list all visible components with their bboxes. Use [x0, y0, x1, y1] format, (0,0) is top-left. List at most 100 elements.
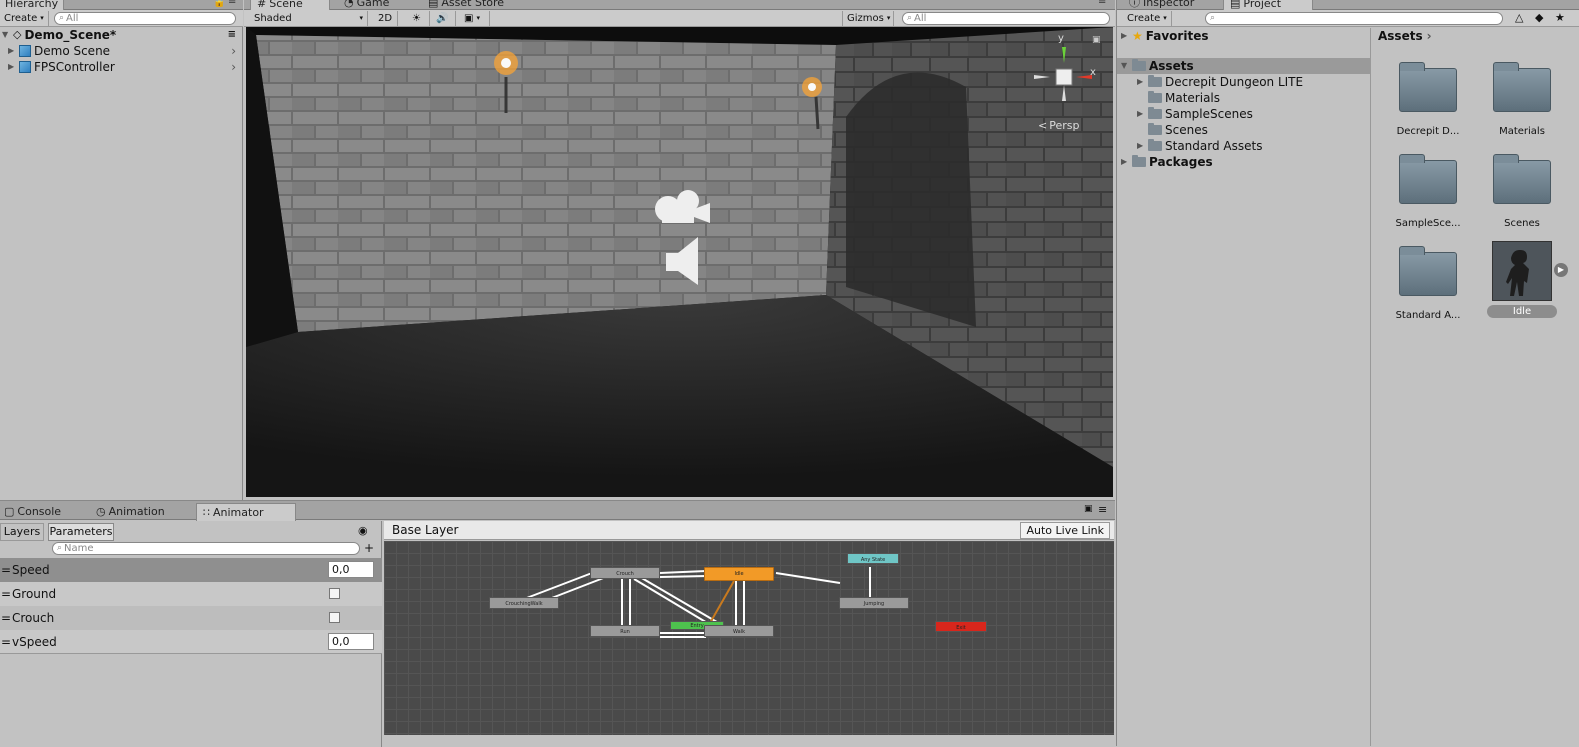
parameter-row[interactable]: = Crouch — [0, 606, 382, 630]
state-node-crouching-walk[interactable]: CrouchingWalk — [489, 597, 559, 609]
tab-hierarchy[interactable]: Hierarchy — [0, 0, 64, 10]
assets-label: Assets — [1149, 59, 1194, 73]
toggle-2d-button[interactable]: 2D — [374, 11, 398, 26]
state-node-walk[interactable]: Walk — [704, 625, 774, 637]
parameter-float-field[interactable]: 0,0 — [328, 561, 374, 578]
parameter-bool-checkbox[interactable] — [329, 588, 340, 599]
shading-mode-dropdown[interactable]: Shaded ▾ — [250, 11, 368, 26]
expand-arrow-icon[interactable]: ▶ — [1121, 154, 1129, 170]
project-tree-item[interactable]: ▶ Standard Assets — [1137, 138, 1262, 154]
tab-animator[interactable]: ∷ Animator — [196, 503, 296, 521]
filter-type-icon[interactable]: △ — [1515, 11, 1523, 24]
chevron-right-icon[interactable]: › — [231, 43, 236, 59]
tab-game[interactable]: ◔ Game — [338, 0, 414, 10]
panel-menu-icon[interactable]: ≡ — [1098, 503, 1107, 516]
scene-root-row[interactable]: ▼ ◇ Demo_Scene* ≡ — [2, 27, 240, 43]
asset-folder-item[interactable]: Decrepit D... — [1388, 62, 1468, 137]
hierarchy-toolbar: Create ▾ ⌕ All — [0, 10, 243, 27]
panel-menu-icon[interactable]: ≡ — [228, 0, 236, 7]
panel-menu-icon[interactable]: ≡ — [1098, 0, 1106, 7]
parameter-row[interactable]: = vSpeed 0,0 — [0, 630, 382, 654]
drag-handle-icon[interactable]: = — [0, 630, 12, 654]
expand-arrow-icon[interactable]: ▶ — [1137, 138, 1145, 154]
lock-icon[interactable]: 🔒 — [213, 0, 225, 8]
expand-arrow-icon[interactable]: ▶ — [8, 59, 16, 75]
asset-folder-item[interactable]: Materials — [1482, 62, 1562, 137]
state-node-jumping[interactable]: Jumping — [839, 597, 909, 609]
hierarchy-item[interactable]: ▶ FPSController › — [8, 59, 240, 75]
parameter-row[interactable]: = Ground — [0, 582, 382, 606]
audio-toggle[interactable]: 🔊 — [432, 11, 456, 26]
expand-arrow-icon[interactable]: ▼ — [2, 27, 10, 43]
animation-clip-item[interactable]: Idle ▶ — [1482, 241, 1568, 318]
gizmos-dropdown[interactable]: Gizmos ▾ — [842, 11, 894, 26]
expand-arrow-icon[interactable]: ▶ — [1137, 74, 1145, 90]
effects-dropdown[interactable]: ▣ ▾ — [460, 11, 490, 26]
orientation-gizmo[interactable]: y x — [1028, 33, 1104, 115]
parameter-float-field[interactable]: 0,0 — [328, 633, 374, 650]
eye-icon[interactable]: ◉ — [358, 524, 368, 537]
state-node-idle[interactable]: Idle — [704, 567, 774, 581]
parameter-search-input[interactable]: ⌕ Name — [52, 542, 360, 555]
assets-row[interactable]: ▼ Assets — [1117, 58, 1371, 74]
state-node-exit[interactable]: Exit — [935, 621, 987, 632]
animator-graph[interactable]: Crouch Idle Any State CrouchingWalk Jump… — [384, 541, 1114, 735]
expand-arrow-icon[interactable]: ▶ — [8, 43, 16, 59]
project-folder-icon: ▤ — [1230, 0, 1241, 10]
asset-breadcrumb[interactable]: Assets › — [1378, 29, 1432, 43]
hierarchy-search-input[interactable]: ⌕ All — [54, 12, 236, 25]
state-node-any-state[interactable]: Any State — [847, 553, 899, 564]
drag-handle-icon[interactable]: = — [0, 606, 12, 630]
tab-inspector[interactable]: ⓘ Inspector — [1123, 0, 1219, 10]
state-node-run[interactable]: Run — [590, 625, 660, 637]
expand-arrow-icon[interactable]: ▶ — [1137, 106, 1145, 122]
asset-folder-item[interactable]: Standard A... — [1388, 246, 1468, 321]
tab-scene[interactable]: # Scene — [250, 0, 330, 10]
favorite-star-icon[interactable]: ★ — [1555, 11, 1565, 24]
project-create-button[interactable]: Create ▾ — [1123, 11, 1172, 26]
expand-arrow-icon[interactable]: ▼ — [1121, 58, 1129, 74]
favorites-row[interactable]: ▶ ★ Favorites — [1121, 28, 1208, 44]
packages-row[interactable]: ▶ Packages — [1121, 154, 1213, 170]
filter-label-icon[interactable]: ◆ — [1535, 11, 1543, 24]
parameter-row[interactable]: = Speed 0,0 — [0, 558, 382, 582]
scene-menu-icon[interactable]: ≡ — [228, 27, 236, 43]
drag-handle-icon[interactable]: = — [0, 558, 12, 582]
project-tree-item[interactable]: Scenes — [1137, 122, 1208, 138]
parameter-bool-checkbox[interactable] — [329, 612, 340, 623]
tab-asset-store[interactable]: ▤ Asset Store — [422, 0, 522, 10]
tab-parameters[interactable]: Parameters — [48, 523, 114, 541]
scene-viewport[interactable]: y x ▣ < Persp — [246, 27, 1113, 497]
scene-search-input[interactable]: ⌕ All — [902, 12, 1110, 25]
layer-breadcrumb[interactable]: Base Layer — [392, 523, 459, 537]
project-search-input[interactable]: ⌕ — [1205, 12, 1503, 25]
animator-graph-header: Base Layer Auto Live Link — [384, 521, 1114, 540]
tab-layers[interactable]: Layers — [0, 523, 44, 541]
drag-handle-icon[interactable]: = — [0, 582, 12, 606]
add-parameter-icon[interactable]: + — [364, 541, 374, 555]
audio-source-gizmo-icon[interactable] — [664, 235, 704, 287]
chevron-right-icon[interactable]: › — [231, 59, 236, 75]
dropdown-arrow-icon: ▾ — [476, 14, 480, 22]
tab-project[interactable]: ▤ Project — [1223, 0, 1313, 10]
viewport-lock-icon[interactable]: ▣ — [1092, 35, 1101, 45]
project-tree-item[interactable]: ▶ SampleScenes — [1137, 106, 1253, 122]
lock-icon[interactable]: ▣ — [1084, 504, 1093, 514]
project-tab-label: Project — [1243, 0, 1282, 10]
lighting-toggle[interactable]: ☀ — [408, 11, 430, 26]
camera-gizmo-icon[interactable] — [654, 187, 714, 227]
hierarchy-item[interactable]: ▶ Demo Scene › — [8, 43, 240, 59]
project-tree-item[interactable]: ▶ Decrepit Dungeon LITE — [1137, 74, 1303, 90]
expand-arrow-icon[interactable]: ▶ — [1121, 28, 1129, 44]
auto-live-link-button[interactable]: Auto Live Link — [1020, 522, 1110, 539]
project-tree-item[interactable]: Materials — [1137, 90, 1220, 106]
tab-animation[interactable]: ◷ Animation — [90, 503, 190, 520]
asset-folder-item[interactable]: Scenes — [1482, 154, 1562, 229]
persp-toggle[interactable]: < Persp — [1038, 119, 1079, 132]
play-preview-icon[interactable]: ▶ — [1554, 263, 1568, 277]
asset-browser: Assets › Decrepit D... Materials SampleS… — [1372, 28, 1579, 746]
asset-folder-item[interactable]: SampleSce... — [1388, 154, 1468, 229]
tab-console[interactable]: ▢ Console — [0, 503, 80, 520]
state-node-crouch[interactable]: Crouch — [590, 567, 660, 579]
create-button[interactable]: Create ▾ — [0, 11, 49, 26]
